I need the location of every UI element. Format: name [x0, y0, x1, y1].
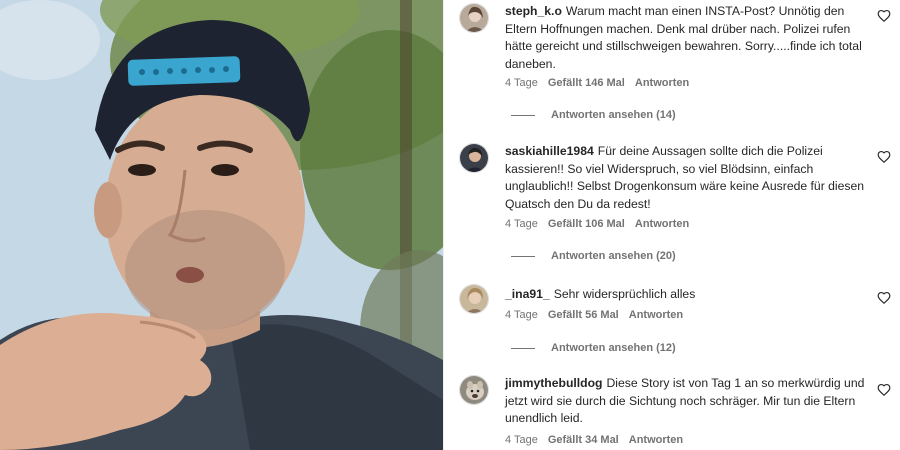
- avatar[interactable]: [459, 375, 489, 405]
- comment-text-block: jimmythebulldog Diese Story ist von Tag 1…: [505, 375, 875, 428]
- comment-text-block: _ina91_ Sehr widersprüchlich alles: [505, 286, 875, 304]
- comment-likes[interactable]: Gefällt 106 Mal: [548, 218, 625, 230]
- comments-panel[interactable]: steph_k.o Warum macht man einen INSTA-Pos…: [444, 0, 900, 450]
- comment-meta: 4 Tage Gefällt 106 Mal Antworten: [505, 218, 689, 230]
- comment-username[interactable]: saskiahille1984: [505, 144, 594, 158]
- avatar[interactable]: [459, 143, 489, 173]
- comment-username[interactable]: jimmythebulldog: [505, 376, 603, 390]
- comment-username[interactable]: steph_k.o: [505, 4, 562, 18]
- view-replies-label: Antworten ansehen (14): [551, 109, 676, 121]
- replies-line: [511, 347, 535, 349]
- video-frame-image: [0, 0, 443, 450]
- view-replies-label: Antworten ansehen (20): [551, 250, 676, 262]
- like-heart-icon[interactable]: [877, 9, 891, 23]
- comment-text-block: steph_k.o Warum macht man einen INSTA-Pos…: [505, 3, 875, 73]
- replies-line: [511, 114, 535, 116]
- comment-likes[interactable]: Gefällt 146 Mal: [548, 77, 625, 89]
- avatar[interactable]: [459, 3, 489, 33]
- comment-meta: 4 Tage Gefällt 34 Mal Antworten: [505, 434, 683, 446]
- comment-likes[interactable]: Gefällt 34 Mal: [548, 434, 619, 446]
- comment-likes[interactable]: Gefällt 56 Mal: [548, 309, 619, 321]
- comment-text: Sehr widersprüchlich alles: [553, 287, 696, 301]
- avatar[interactable]: [459, 284, 489, 314]
- reply-button[interactable]: Antworten: [629, 434, 683, 446]
- view-replies-button[interactable]: Antworten ansehen (20): [511, 250, 676, 262]
- comment-meta: 4 Tage Gefällt 146 Mal Antworten: [505, 77, 689, 89]
- like-heart-icon[interactable]: [877, 291, 891, 305]
- reply-button[interactable]: Antworten: [635, 77, 689, 89]
- replies-line: [511, 255, 535, 257]
- comment-age[interactable]: 4 Tage: [505, 218, 538, 230]
- like-heart-icon[interactable]: [877, 383, 891, 397]
- comment-meta: 4 Tage Gefällt 56 Mal Antworten: [505, 309, 683, 321]
- comment-age[interactable]: 4 Tage: [505, 77, 538, 89]
- view-replies-button[interactable]: Antworten ansehen (14): [511, 109, 676, 121]
- view-replies-label: Antworten ansehen (12): [551, 342, 676, 354]
- comment-text-block: saskiahille1984 Für deine Aussagen sollte…: [505, 143, 875, 213]
- post-media-video[interactable]: [0, 0, 443, 450]
- comment-age[interactable]: 4 Tage: [505, 309, 538, 321]
- reply-button[interactable]: Antworten: [629, 309, 683, 321]
- comment-username[interactable]: _ina91_: [505, 287, 550, 301]
- like-heart-icon[interactable]: [877, 150, 891, 164]
- view-replies-button[interactable]: Antworten ansehen (12): [511, 342, 676, 354]
- comment-age[interactable]: 4 Tage: [505, 434, 538, 446]
- reply-button[interactable]: Antworten: [635, 218, 689, 230]
